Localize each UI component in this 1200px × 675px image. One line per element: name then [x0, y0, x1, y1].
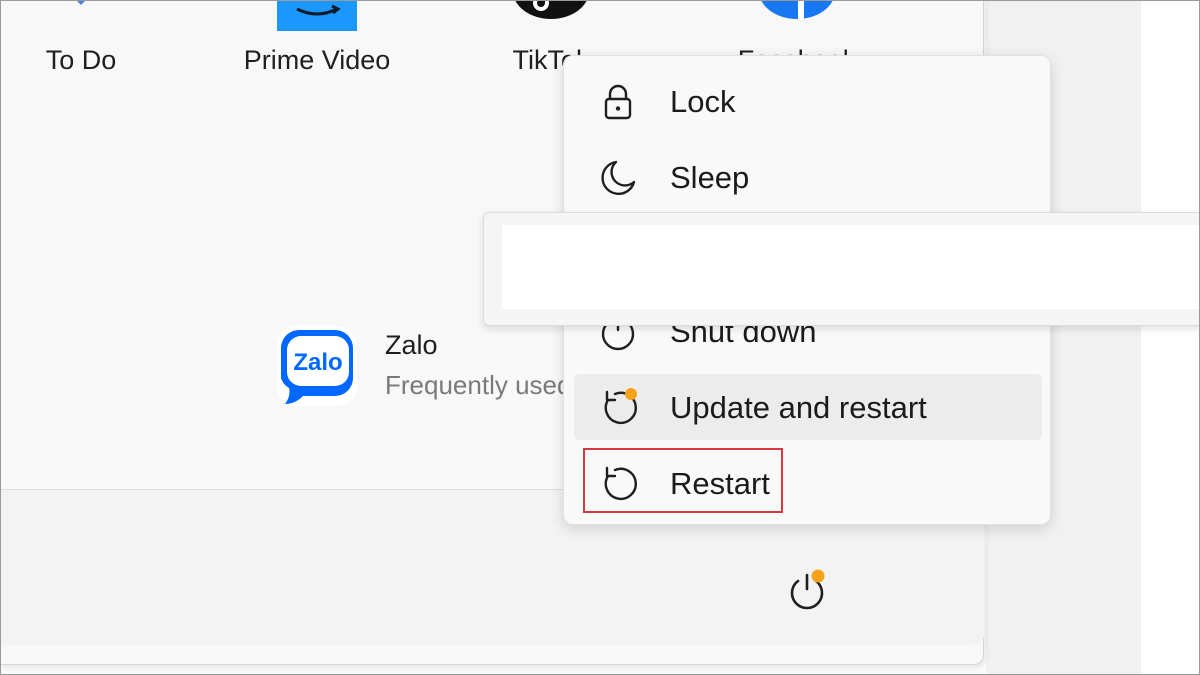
screenshot-frame: To Do Prime Video TikTok Facebook Zalo — [0, 0, 1200, 675]
power-menu-item-lock[interactable]: Lock — [574, 68, 1042, 134]
zalo-icon: Zalo — [277, 326, 357, 406]
tooltip-content — [502, 225, 1199, 309]
recommended-item-name: Zalo — [385, 330, 438, 360]
power-menu-item-label: Update and restart — [670, 390, 927, 425]
pinned-app-label: To Do — [45, 45, 117, 75]
power-menu-item-update-and-restart[interactable]: Update and restart — [574, 374, 1042, 440]
update-restart-icon — [604, 388, 637, 425]
power-button[interactable] — [785, 569, 829, 613]
recommended-item-zalo[interactable]: Zalo Zalo Frequently used — [277, 326, 577, 406]
power-menu-item-label: Sleep — [670, 160, 750, 195]
sleep-moon-icon — [601, 160, 636, 195]
facebook-icon — [761, 1, 833, 19]
blank-tooltip-overlay — [483, 212, 1199, 326]
power-menu-item-sleep[interactable]: Sleep — [574, 144, 1042, 210]
prime-video-icon — [277, 1, 357, 31]
pinned-app-prime-video[interactable]: Prime Video — [237, 1, 397, 81]
todo-icon — [77, 1, 85, 5]
tiktok-icon — [515, 1, 587, 19]
restart-highlight-box — [583, 448, 783, 513]
pinned-app-todo[interactable]: To Do — [31, 1, 131, 81]
desktop-edge — [1141, 1, 1199, 674]
update-badge — [811, 569, 825, 583]
pinned-app-label: Prime Video — [243, 45, 391, 75]
power-menu-item-label: Lock — [670, 84, 736, 119]
svg-text:Zalo: Zalo — [293, 349, 342, 376]
lock-icon — [604, 84, 632, 120]
recommended-item-subtitle: Frequently used — [385, 370, 572, 400]
